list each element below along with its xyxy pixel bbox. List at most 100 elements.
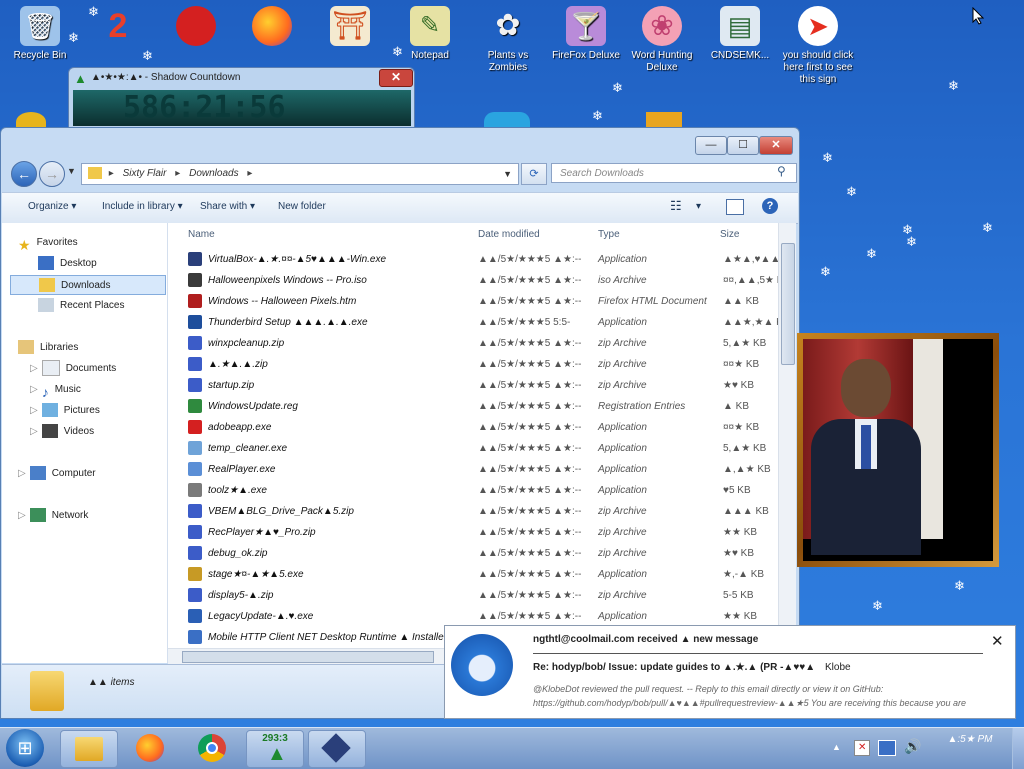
taskbar-chrome[interactable]	[184, 730, 242, 766]
table-row[interactable]: LegacyUpdate-▲.♥.exe ▲▲/5★/★★★5 ▲★:-- Appl…	[168, 606, 778, 627]
file-date: ▲▲/5★/★★★5 ▲★:--	[478, 485, 582, 496]
breadcrumb-item[interactable]: Downloads	[189, 168, 238, 179]
table-row[interactable]: winxpcleanup.zip ▲▲/5★/★★★5 ▲★:-- zip Arch…	[168, 333, 778, 354]
nav-libraries[interactable]: Libraries	[18, 338, 78, 358]
start-button[interactable]: ⊞	[6, 729, 44, 767]
show-hidden-icons[interactable]: ▲	[832, 742, 841, 752]
desktop-icon-window[interactable]: ▤ CNDSEMK...	[702, 6, 778, 62]
view-dropdown-icon[interactable]: ▾	[696, 201, 701, 212]
view-options-icon[interactable]: ☷	[670, 198, 682, 214]
expand-icon[interactable]: ▷	[30, 405, 38, 416]
refresh-button[interactable]: ⟳	[521, 163, 547, 185]
table-row[interactable]: display5-▲.zip ▲▲/5★/★★★5 ▲★:-- zip Archiv…	[168, 585, 778, 606]
search-input[interactable]: Search Downloads	[551, 163, 797, 183]
new-folder-button[interactable]: New folder	[278, 201, 326, 212]
network-tray-icon[interactable]	[878, 740, 896, 756]
table-row[interactable]: debug_ok.zip ▲▲/5★/★★★5 ▲★:-- zip Archive ★…	[168, 543, 778, 564]
file-date: ▲▲/5★/★★★5 ▲★:--	[478, 443, 582, 454]
table-row[interactable]: startup.zip ▲▲/5★/★★★5 ▲★:-- zip Archive ★♥…	[168, 375, 778, 396]
organize-menu[interactable]: Organize ▾	[28, 201, 76, 212]
help-icon[interactable]: ?	[762, 198, 778, 214]
nav-recent-places[interactable]: Recent Places	[38, 296, 124, 316]
volume-icon[interactable]: 🔊	[904, 738, 921, 755]
close-icon[interactable]: ✕	[991, 632, 1004, 650]
preview-pane-icon[interactable]	[726, 199, 744, 215]
table-row[interactable]: stage★¤-▲★▲5.exe ▲▲/5★/★★★5 ▲★:-- Applicat…	[168, 564, 778, 585]
table-row[interactable]: WindowsUpdate.reg ▲▲/5★/★★★5 ▲★:-- Registr…	[168, 396, 778, 417]
system-clock[interactable]: ▲:5★ PM	[930, 734, 1010, 745]
expand-icon[interactable]: ▷	[30, 426, 38, 437]
nav-label: Downloads	[61, 280, 111, 291]
scrollbar-thumb[interactable]	[781, 243, 795, 365]
taskbar-virtualbox[interactable]	[308, 730, 366, 768]
desktop-icon-red-arrow[interactable]: ➤ you should click here first to see thi…	[780, 6, 856, 86]
include-in-library-menu[interactable]: Include in library ▾	[102, 201, 183, 212]
desktop-icon-notepad[interactable]: ✎ Notepad	[392, 6, 468, 62]
taskbar-firefox[interactable]	[122, 730, 180, 766]
file-size: ★,-▲ KB	[723, 569, 765, 580]
file-name: toolz★▲.exe	[208, 485, 267, 496]
column-header-size[interactable]: Size	[720, 229, 739, 240]
desktop-icon-firefox[interactable]	[234, 6, 310, 50]
close-button[interactable]: ✕	[379, 69, 413, 87]
maximize-button[interactable]: ☐	[727, 136, 759, 155]
desktop-icon-plants[interactable]: ✿ Plants vs Zombies	[470, 6, 546, 74]
nav-desktop[interactable]: Desktop	[38, 254, 97, 274]
desktop-icon-creature[interactable]	[158, 6, 234, 50]
nav-computer[interactable]: ▷ Computer	[18, 464, 96, 484]
table-row[interactable]: Windows -- Halloween Pixels.htm ▲▲/5★/★★★…	[168, 291, 778, 312]
table-row[interactable]: ▲.★▲.▲.zip ▲▲/5★/★★★5 ▲★:-- zip Archive ¤¤★…	[168, 354, 778, 375]
table-row[interactable]: Halloweenpixels Windows -- Pro.iso ▲▲/5★/…	[168, 270, 778, 291]
table-row[interactable]: VirtualBox-▲.★.¤¤-▲5♥▲▲▲-Win.exe ▲▲/5★/★★…	[168, 249, 778, 270]
nav-favorites[interactable]: ★ Favorites	[18, 233, 78, 253]
table-row[interactable]: RealPlayer.exe ▲▲/5★/★★★5 ▲★:-- Applicatio…	[168, 459, 778, 480]
vertical-scrollbar[interactable]	[778, 223, 796, 663]
address-dropdown-icon[interactable]: ▼	[503, 164, 512, 184]
desktop-icon-torii[interactable]: ⛩	[312, 6, 388, 50]
nav-documents[interactable]: ▷ Documents	[30, 359, 116, 379]
column-header-name[interactable]: Name	[188, 229, 215, 240]
table-row[interactable]: Thunderbird Setup ▲▲▲.▲.▲.exe ▲▲/5★/★★★5 …	[168, 312, 778, 333]
star-icon: ★	[18, 237, 31, 254]
show-desktop-button[interactable]	[1012, 728, 1024, 769]
history-dropdown-icon[interactable]: ▼	[67, 166, 76, 176]
nav-downloads[interactable]: Downloads	[10, 275, 166, 295]
expand-icon[interactable]: ▷	[18, 510, 26, 521]
forward-button[interactable]: →	[39, 161, 65, 187]
action-center-icon[interactable]: ✕	[854, 740, 870, 756]
expand-icon[interactable]: ▷	[18, 468, 26, 479]
address-box[interactable]: ▸ Sixty Flair ▸ Downloads ▸ ▼	[81, 163, 519, 185]
desktop-icon-game[interactable]: 2	[80, 6, 156, 50]
nav-pictures[interactable]: ▷ Pictures	[30, 401, 100, 421]
desktop-icon-flower[interactable]: ❀ Word Hunting Deluxe	[624, 6, 700, 74]
alert-flag-icon: ✕	[858, 742, 867, 753]
table-row[interactable]: adobeapp.exe ▲▲/5★/★★★5 ▲★:-- Application ¤…	[168, 417, 778, 438]
taskbar-explorer[interactable]	[60, 730, 118, 768]
table-row[interactable]: temp_cleaner.exe ▲▲/5★/★★★5 ▲★:-- Applicat…	[168, 438, 778, 459]
horizontal-scrollbar[interactable]	[168, 648, 451, 664]
email-notification[interactable]: ngthtl@coolmail.com received ▲ new messa…	[444, 625, 1016, 719]
minimize-button[interactable]: —	[695, 136, 727, 155]
expand-icon[interactable]: ▷	[30, 384, 38, 395]
desktop-icon-recycle-bin[interactable]: 🗑 Recycle Bin	[2, 6, 78, 62]
breadcrumb-item[interactable]: Sixty Flair	[123, 168, 167, 179]
column-header-date[interactable]: Date modified	[478, 229, 540, 240]
expand-icon[interactable]: ▷	[30, 363, 38, 374]
close-button[interactable]: ✕	[759, 136, 793, 155]
nav-network[interactable]: ▷ Network	[18, 506, 88, 526]
desktop-icon-cocktail[interactable]: 🍸 FireFox Deluxe	[548, 6, 624, 62]
search-icon[interactable]: ⚲	[777, 164, 786, 178]
scrollbar-thumb[interactable]	[182, 651, 434, 663]
back-button[interactable]: ←	[11, 161, 37, 187]
nav-music[interactable]: ▷ ♪ Music	[30, 380, 81, 400]
nav-videos[interactable]: ▷ Videos	[30, 422, 94, 442]
file-date: ▲▲/5★/★★★5 ▲★:--	[478, 590, 582, 601]
taskbar-countdown[interactable]: 293:3 ▲	[246, 730, 304, 768]
table-row[interactable]: VBEM▲BLG_Drive_Pack▲5.zip ▲▲/5★/★★★5 ▲★:-…	[168, 501, 778, 522]
share-with-menu[interactable]: Share with ▾	[200, 201, 255, 212]
table-row[interactable]: toolz★▲.exe ▲▲/5★/★★★5 ▲★:-- Application ♥5…	[168, 480, 778, 501]
column-header-type[interactable]: Type	[598, 229, 620, 240]
table-row[interactable]: RecPlayer★▲♥_Pro.zip ▲▲/5★/★★★5 ▲★:-- zip …	[168, 522, 778, 543]
file-name: WindowsUpdate.reg	[208, 401, 298, 412]
countdown-window[interactable]: ▲ ▲•★•★:▲• - Shadow Countdown ✕ 586:21:5…	[68, 67, 415, 129]
